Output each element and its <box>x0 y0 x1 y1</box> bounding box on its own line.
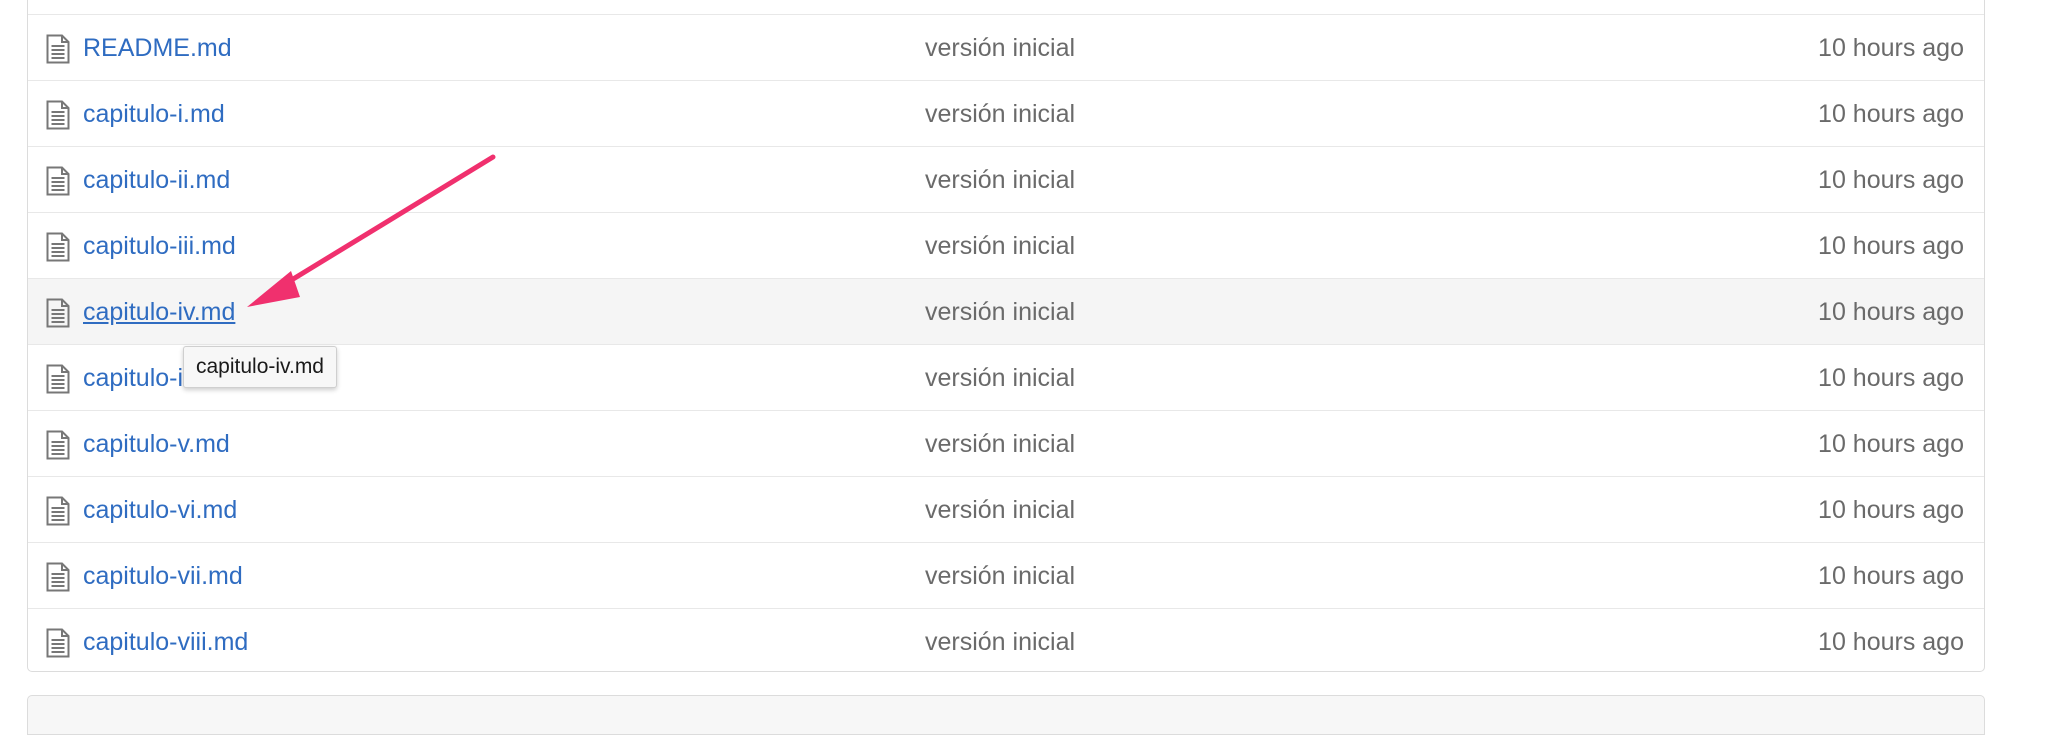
file-text-icon <box>46 298 70 328</box>
commit-message-link[interactable]: versión inicial <box>925 609 1075 671</box>
commit-age: 10 hours ago <box>1818 100 1964 128</box>
commit-age: 10 hours ago <box>1818 34 1964 62</box>
commit-message-link[interactable]: versión inicial <box>925 81 1075 147</box>
commit-age: 10 hours ago <box>1818 166 1964 194</box>
file-row[interactable]: capitulo-ii.md versión inicial 10 hours … <box>28 146 1984 212</box>
file-text-icon <box>46 430 70 460</box>
commit-age: 10 hours ago <box>1818 628 1964 656</box>
file-text-icon <box>46 166 70 196</box>
commit-age: 10 hours ago <box>1818 496 1964 524</box>
file-row[interactable]: capitulo-i.md versión inicial 10 hours a… <box>28 80 1984 146</box>
commit-age: 10 hours ago <box>1818 562 1964 590</box>
commit-message-link[interactable]: versión inicial <box>925 345 1075 411</box>
file-row[interactable]: capitulo-v.md versión inicial 10 hours a… <box>28 410 1984 476</box>
file-text-icon <box>46 34 70 64</box>
file-row[interactable]: capitulo-vi.md versión inicial 10 hours … <box>28 476 1984 542</box>
commit-age: 10 hours ago <box>1818 364 1964 392</box>
file-name-tooltip: capitulo-iv.md <box>183 346 337 388</box>
commit-age: 10 hours ago <box>1818 430 1964 458</box>
commit-message-link[interactable]: versión inicial <box>925 279 1075 345</box>
file-row[interactable]: capitulo-viii.md versión inicial 10 hour… <box>28 608 1984 671</box>
commit-message-link[interactable]: versión inicial <box>925 213 1075 279</box>
file-name-link[interactable]: capitulo-iii.md <box>83 213 236 279</box>
file-text-icon <box>46 562 70 592</box>
commit-age: 10 hours ago <box>1818 232 1964 260</box>
commit-message-link[interactable]: versión inicial <box>925 477 1075 543</box>
table-top-edge <box>28 0 1984 14</box>
file-text-icon <box>46 232 70 262</box>
file-list-table: README.md versión inicial 10 hours ago c… <box>27 0 1985 672</box>
file-name-link[interactable]: capitulo-ii.md <box>83 147 230 213</box>
file-name-link[interactable]: capitulo-v.md <box>83 411 230 477</box>
file-name-link[interactable]: capitulo-iv.md <box>83 279 235 345</box>
commit-age: 10 hours ago <box>1818 298 1964 326</box>
commit-message-link[interactable]: versión inicial <box>925 15 1075 81</box>
file-row[interactable]: capitulo-vii.md versión inicial 10 hours… <box>28 542 1984 608</box>
file-text-icon <box>46 628 70 658</box>
file-name-link[interactable]: capitulo-vi.md <box>83 477 237 543</box>
commit-message-link[interactable]: versión inicial <box>925 543 1075 609</box>
file-row-hovered[interactable]: capitulo-iv.md versión inicial 10 hours … <box>28 278 1984 344</box>
file-name-link[interactable]: capitulo-i.md <box>83 81 225 147</box>
commit-message-link[interactable]: versión inicial <box>925 147 1075 213</box>
file-text-icon <box>46 100 70 130</box>
file-text-icon <box>46 364 70 394</box>
file-name-link[interactable]: README.md <box>83 15 232 81</box>
file-row[interactable]: README.md versión inicial 10 hours ago <box>28 14 1984 80</box>
file-row[interactable]: capitulo-iii.md versión inicial 10 hours… <box>28 212 1984 278</box>
file-name-link[interactable]: capitulo-viii.md <box>83 609 248 671</box>
file-text-icon <box>46 496 70 526</box>
file-name-link[interactable]: capitulo-vii.md <box>83 543 243 609</box>
readme-panel-header <box>27 695 1985 735</box>
commit-message-link[interactable]: versión inicial <box>925 411 1075 477</box>
